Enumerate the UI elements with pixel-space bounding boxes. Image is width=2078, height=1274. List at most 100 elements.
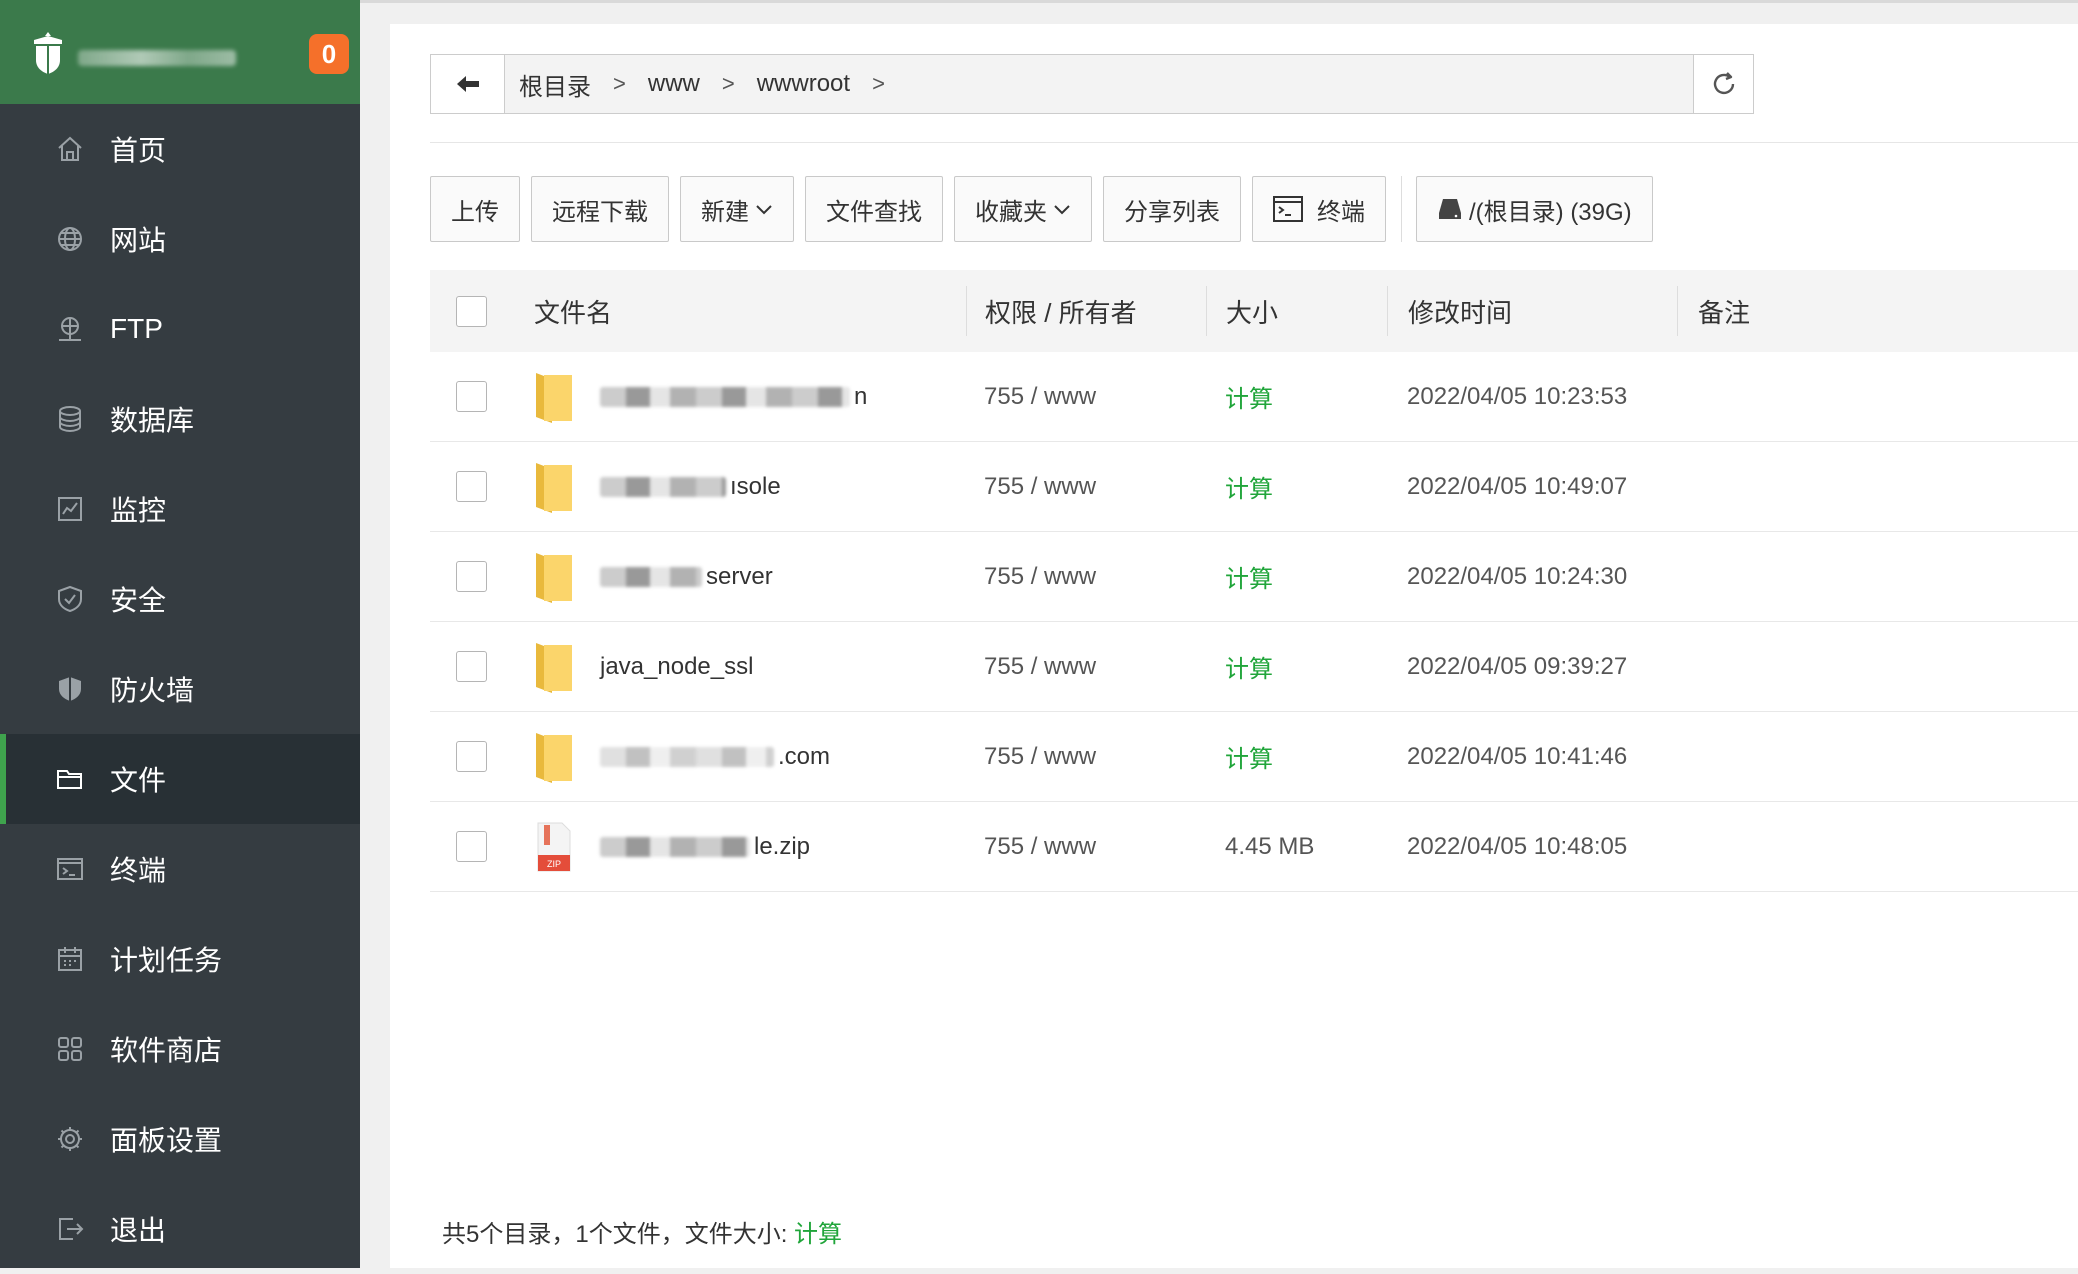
sidebar-item-files[interactable]: 文件	[0, 734, 360, 824]
row-checkbox-cell	[430, 381, 534, 412]
size-calc-link[interactable]: 计算	[1206, 739, 1387, 774]
home-icon	[54, 133, 86, 165]
remote-download-button[interactable]: 远程下载	[531, 176, 669, 242]
chevron-down-icon	[756, 205, 772, 215]
sidebar-item-label: 首页	[110, 135, 167, 166]
table-row[interactable]: ZIP le.zip 755 / www 4.45 MB 2022/04/05 …	[430, 802, 2078, 892]
folder-icon	[536, 552, 572, 603]
table-header: 文件名 权限 / 所有者 大小 修改时间 备注	[430, 270, 2078, 352]
col-mtime[interactable]: 修改时间	[1387, 286, 1677, 336]
table-row[interactable]: ısole 755 / www 计算 2022/04/05 10:49:07	[430, 442, 2078, 532]
row-checkbox[interactable]	[456, 741, 487, 772]
share-list-button[interactable]: 分享列表	[1103, 176, 1241, 242]
table-row[interactable]: server 755 / www 计算 2022/04/05 10:24:30	[430, 532, 2078, 622]
sidebar-item-terminal[interactable]: 终端	[0, 824, 360, 914]
col-perm-owner[interactable]: 权限 / 所有者	[966, 286, 1206, 336]
calendar-icon	[54, 943, 86, 975]
new-dropdown-button[interactable]: 新建	[680, 176, 794, 242]
sidebar-item-label: 面板设置	[110, 1125, 223, 1156]
size-calc-link[interactable]: 计算	[1206, 469, 1387, 504]
refresh-button[interactable]	[1693, 55, 1753, 113]
file-name[interactable]: .com	[600, 743, 830, 771]
row-checkbox[interactable]	[456, 561, 487, 592]
file-name[interactable]: ısole	[600, 473, 781, 501]
notification-badge[interactable]: 0	[309, 34, 349, 74]
size-calc-link[interactable]: 计算	[1206, 559, 1387, 594]
sidebar-item-settings[interactable]: 面板设置	[0, 1094, 360, 1184]
terminal-label: 终端	[1317, 198, 1365, 226]
perm-owner[interactable]: 755 / www	[966, 653, 1206, 681]
sidebar-item-label: 安全	[110, 585, 167, 616]
modified-time: 2022/04/05 10:48:05	[1407, 832, 1628, 860]
top-border	[360, 0, 2078, 3]
breadcrumb-segment-root[interactable]: 根目录	[519, 67, 591, 102]
sidebar-item-website[interactable]: 网站	[0, 194, 360, 284]
ftp-icon	[54, 313, 86, 345]
perm-owner[interactable]: 755 / www	[966, 563, 1206, 591]
file-name[interactable]: n	[600, 383, 867, 411]
terminal-button[interactable]: 终端	[1252, 176, 1386, 242]
back-button[interactable]	[431, 55, 505, 113]
row-checkbox[interactable]	[456, 471, 487, 502]
sidebar-item-database[interactable]: 数据库	[0, 374, 360, 464]
select-all-checkbox[interactable]	[456, 295, 487, 327]
chevron-right-icon: >	[872, 71, 885, 96]
breadcrumb: 根目录 > www > wwwroot >	[430, 54, 1754, 114]
database-icon	[54, 403, 86, 435]
file-name-cell[interactable]: n	[534, 369, 966, 425]
row-checkbox[interactable]	[456, 831, 487, 862]
favorites-dropdown-button[interactable]: 收藏夹	[954, 176, 1092, 242]
folder-icon	[536, 372, 572, 423]
sidebar-item-cron[interactable]: 计划任务	[0, 914, 360, 1004]
upload-button[interactable]: 上传	[430, 176, 520, 242]
table-row[interactable]: .com 755 / www 计算 2022/04/05 10:41:46	[430, 712, 2078, 802]
perm-owner[interactable]: 755 / www	[966, 833, 1206, 861]
file-name[interactable]: server	[600, 563, 773, 591]
row-checkbox-cell	[430, 831, 534, 862]
select-all-cell	[430, 286, 534, 336]
sidebar-item-app-store[interactable]: 软件商店	[0, 1004, 360, 1094]
breadcrumb-segment-wwwroot[interactable]: wwwroot	[757, 70, 850, 98]
file-name-cell[interactable]: ZIP le.zip	[534, 821, 966, 873]
file-name[interactable]: le.zip	[600, 833, 810, 861]
chevron-down-icon	[1054, 205, 1070, 215]
modified-time: 2022/04/05 10:41:46	[1407, 742, 1628, 770]
size-calc-link[interactable]: 计算	[1206, 649, 1387, 684]
perm-owner[interactable]: 755 / www	[966, 473, 1206, 501]
sidebar-item-ftp[interactable]: FTP	[0, 284, 360, 374]
sidebar-header: 0	[0, 0, 360, 104]
file-name-cell[interactable]: ısole	[534, 459, 966, 515]
total-size-calc-link[interactable]: 计算	[794, 1221, 842, 1248]
sidebar-item-logout[interactable]: 退出	[0, 1184, 360, 1274]
col-size[interactable]: 大小	[1206, 286, 1387, 336]
disk-button[interactable]: /(根目录) (39G)	[1416, 176, 1653, 242]
file-search-button[interactable]: 文件查找	[805, 176, 943, 242]
breadcrumb-segment-www[interactable]: www	[648, 70, 700, 98]
file-size: 4.45 MB	[1225, 832, 1315, 860]
sidebar-item-firewall[interactable]: 防火墙	[0, 644, 360, 734]
sidebar-item-label: 网站	[110, 225, 167, 256]
logout-icon	[54, 1213, 86, 1245]
table-row[interactable]: java_node_ssl 755 / www 计算 2022/04/05 09…	[430, 622, 2078, 712]
sidebar-item-home[interactable]: 首页	[0, 104, 360, 194]
row-checkbox[interactable]	[456, 651, 487, 682]
sidebar-item-label: 数据库	[110, 405, 195, 436]
sidebar-item-monitor[interactable]: 监控	[0, 464, 360, 554]
redacted-name	[600, 567, 702, 588]
row-checkbox[interactable]	[456, 381, 487, 412]
file-name-cell[interactable]: java_node_ssl	[534, 639, 966, 695]
table-row[interactable]: n 755 / www 计算 2022/04/05 10:23:53	[430, 352, 2078, 442]
terminal-icon	[1273, 196, 1303, 222]
col-name[interactable]: 文件名	[534, 286, 966, 336]
size-calc-link[interactable]: 计算	[1206, 379, 1387, 414]
shield-check-icon	[54, 583, 86, 615]
sidebar-item-label: FTP	[110, 313, 163, 344]
folder-icon	[536, 732, 572, 783]
file-name[interactable]: java_node_ssl	[600, 653, 753, 681]
perm-owner[interactable]: 755 / www	[966, 383, 1206, 411]
file-name-cell[interactable]: server	[534, 549, 966, 605]
perm-owner[interactable]: 755 / www	[966, 743, 1206, 771]
sidebar-item-security[interactable]: 安全	[0, 554, 360, 644]
arrow-left-icon	[456, 76, 479, 92]
file-name-cell[interactable]: .com	[534, 729, 966, 785]
